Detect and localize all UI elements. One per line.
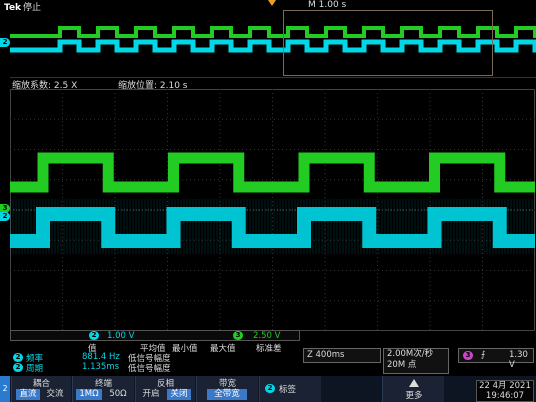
date-time: 22 4月 2021 19:46:07 — [476, 380, 534, 402]
bandwidth-title: 带宽 — [218, 379, 236, 389]
invert-on-option[interactable]: 开启 — [139, 389, 163, 400]
ch3-trace — [10, 152, 535, 193]
ch2-scale-value[interactable]: 1.00 V — [107, 331, 134, 341]
termination-50-option[interactable]: 50Ω — [105, 389, 131, 400]
coupling-title: 耦合 — [32, 379, 50, 389]
meas-row1-value: 881.4 Hz — [82, 352, 120, 362]
measurement-panel[interactable]: 值 平均值 最小值 最大值 标准差 2 频率 881.4 Hz 低信号幅度 2 … — [10, 342, 300, 376]
coupling-dc-option[interactable]: 直流 — [16, 389, 40, 400]
waveform-traces — [10, 89, 535, 331]
meas-row2-ch: 2 — [13, 363, 23, 372]
meas-row2-note: 低信号幅度 — [128, 364, 171, 374]
bandwidth-value[interactable]: 全带宽 — [207, 389, 247, 400]
label-button-text: 标签 — [279, 385, 297, 395]
zoom-window-box[interactable] — [283, 10, 493, 76]
ch2-ground-marker[interactable]: 2 — [0, 212, 10, 221]
ch3-scale-badge[interactable]: 3 — [233, 331, 243, 340]
date-text: 22 4月 2021 — [479, 381, 531, 391]
invert-off-option[interactable]: 关闭 — [167, 389, 191, 400]
coupling-ac-option[interactable]: 交流 — [43, 389, 67, 400]
channel-scale-bar: 2 1.00 V 3 2.50 V — [10, 330, 300, 341]
termination-1m-option[interactable]: 1MΩ — [76, 389, 102, 400]
termination-menu[interactable]: 终端 1MΩ 50Ω — [72, 376, 134, 402]
more-label: 更多 — [405, 391, 423, 401]
active-channel-tab[interactable]: 2 — [0, 376, 10, 402]
termination-title: 终端 — [94, 379, 112, 389]
trigger-slope-icon: ⨍ — [481, 350, 486, 360]
label-menu[interactable]: 2 标签 — [259, 376, 321, 402]
record-length: 20M 点 — [387, 360, 417, 370]
ch3-scale-value[interactable]: 2.50 V — [253, 331, 280, 341]
ch2-trace — [10, 207, 535, 248]
ch2-scale-badge[interactable]: 2 — [89, 331, 99, 340]
chevron-up-icon — [409, 379, 419, 387]
acquisition-readout[interactable]: 2.00M次/秒 20M 点 — [383, 348, 449, 374]
trigger-readout[interactable]: 3 ⨍ 1.30 V — [458, 348, 534, 370]
zoom-time-readout[interactable]: Z 400ms — [303, 348, 381, 363]
more-menu[interactable]: 更多 — [382, 376, 444, 402]
trigger-level: 1.30 V — [509, 350, 528, 370]
meas-header-max: 最大值 — [210, 344, 236, 354]
invert-title: 反相 — [156, 379, 174, 389]
meas-header-std: 标准差 — [256, 344, 282, 354]
sample-rate: 2.00M次/秒 — [387, 349, 434, 359]
bandwidth-menu[interactable]: 带宽 全带宽 — [196, 376, 258, 402]
label-ch-badge: 2 — [265, 384, 275, 393]
meas-row1-ch: 2 — [13, 353, 23, 362]
meas-row2-value: 1.135ms — [82, 362, 120, 372]
trigger-position-icon — [268, 0, 276, 6]
meas-row2-name: 周期 — [26, 364, 44, 374]
overview-ch2-marker: 2 — [0, 38, 10, 47]
meas-header-min: 最小值 — [172, 344, 198, 354]
coupling-menu[interactable]: 耦合 直流 交流 — [11, 376, 71, 402]
invert-menu[interactable]: 反相 开启 关闭 — [135, 376, 195, 402]
trigger-ch-badge: 3 — [463, 351, 473, 360]
time-text: 19:46:07 — [485, 391, 525, 401]
timebase-readout: M 1.00 s — [308, 0, 347, 10]
